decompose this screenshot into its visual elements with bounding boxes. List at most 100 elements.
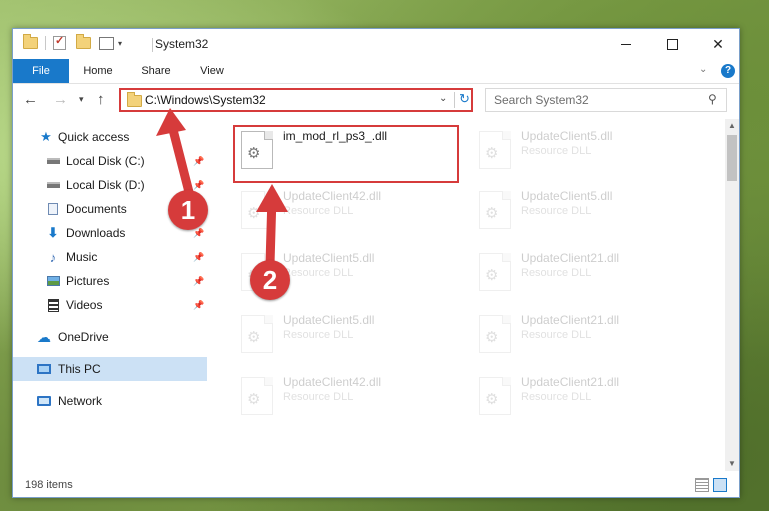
star-icon: ★ — [40, 129, 52, 144]
explorer-window: ▾ System32 ✕ File Home Share View ⌄ ? ← … — [12, 28, 740, 498]
file-type: Resource DLL — [283, 267, 354, 279]
gear-icon: ⚙ — [247, 205, 261, 222]
sidebar-item-label: Downloads — [66, 226, 126, 240]
callout-badge-1: 1 — [168, 190, 208, 230]
file-name: UpdateClient5.dll — [521, 189, 613, 203]
new-folder-icon[interactable] — [76, 34, 91, 49]
sidebar-item-music[interactable]: ♪ Music 📌 — [13, 245, 207, 269]
tab-view[interactable]: View — [189, 59, 235, 83]
file-item[interactable]: ⚙ UpdateClient42.dll Resource DLL — [235, 371, 461, 427]
pin-icon: 📌 — [193, 155, 205, 166]
sidebar-item-label: OneDrive — [58, 330, 109, 344]
up-arrow-icon[interactable]: ↑ — [97, 91, 105, 108]
minimize-icon — [621, 43, 631, 45]
quick-access-toolbar: ▾ — [23, 34, 122, 50]
file-name: UpdateClient42.dll — [283, 375, 382, 389]
pin-icon: 📌 — [193, 299, 205, 310]
gear-icon: ⚙ — [247, 145, 261, 162]
address-path[interactable]: C:\Windows\System32 — [145, 93, 266, 107]
dll-file-icon: ⚙ — [241, 131, 273, 169]
sidebar-item-label: Videos — [66, 298, 103, 312]
tab-file[interactable]: File — [13, 59, 69, 83]
file-item[interactable]: ⚙ UpdateClient21.dll Resource DLL — [473, 371, 699, 427]
file-item[interactable]: ⚙ UpdateClient21.dll Resource DLL — [473, 247, 699, 303]
search-box[interactable]: Search System32 ⚲ — [485, 88, 727, 112]
forward-arrow-icon[interactable]: → — [53, 91, 68, 108]
gear-icon: ⚙ — [485, 267, 499, 284]
dll-file-icon: ⚙ — [241, 315, 273, 353]
file-item[interactable]: ⚙ UpdateClient5.dll Resource DLL — [235, 309, 461, 365]
navigation-pane: ★ Quick access Local Disk (C:) 📌 Local D… — [13, 125, 207, 471]
music-icon: ♪ — [49, 249, 57, 265]
search-placeholder[interactable]: Search System32 — [494, 93, 589, 107]
address-bar[interactable]: C:\Windows\System32 ⌄ ↻ — [119, 88, 473, 112]
tab-home[interactable]: Home — [73, 59, 123, 83]
file-type: Resource DLL — [521, 267, 592, 279]
sidebar-item-label: This PC — [58, 362, 101, 376]
gear-icon: ⚙ — [247, 391, 261, 408]
item-count: 198 items — [25, 479, 73, 491]
maximize-button[interactable] — [649, 29, 695, 59]
sidebar-item-quick-access[interactable]: ★ Quick access — [13, 125, 207, 149]
sidebar-item-local-disk-c[interactable]: Local Disk (C:) 📌 — [13, 149, 207, 173]
callout-badge-2: 2 — [250, 260, 290, 300]
network-icon — [37, 396, 51, 406]
video-icon — [47, 298, 59, 312]
sidebar-item-label: Quick access — [58, 130, 130, 144]
address-divider — [454, 92, 455, 108]
gear-icon: ⚙ — [485, 329, 499, 346]
file-name: UpdateClient5.dll — [283, 313, 375, 327]
gear-icon: ⚙ — [247, 329, 261, 346]
file-item[interactable]: ⚙ UpdateClient42.dll Resource DLL — [235, 185, 461, 241]
folder-icon — [23, 34, 38, 49]
gear-icon: ⚙ — [485, 145, 499, 162]
tab-share[interactable]: Share — [131, 59, 181, 83]
scrollbar-thumb[interactable] — [727, 135, 737, 181]
expand-ribbon-icon[interactable]: ⌄ — [699, 64, 707, 75]
file-type: Resource DLL — [521, 205, 592, 217]
title-bar: ▾ System32 ✕ — [13, 29, 739, 59]
dll-file-icon: ⚙ — [479, 315, 511, 353]
minimize-button[interactable] — [603, 29, 649, 59]
file-item[interactable]: ⚙ UpdateClient5.dll Resource DLL — [473, 185, 699, 241]
file-item[interactable]: ⚙ UpdateClient5.dll Resource DLL — [473, 125, 699, 181]
address-dropdown-icon[interactable]: ⌄ — [439, 93, 447, 104]
cloud-icon: ☁ — [37, 328, 51, 345]
sidebar-item-pictures[interactable]: Pictures 📌 — [13, 269, 207, 293]
scroll-down-icon[interactable]: ▼ — [728, 459, 736, 468]
help-icon[interactable]: ? — [721, 64, 735, 78]
large-icons-view-icon[interactable] — [713, 478, 727, 492]
sidebar-item-this-pc[interactable]: This PC — [13, 357, 207, 381]
pictures-icon — [46, 276, 60, 286]
recent-locations-icon[interactable]: ▾ — [79, 94, 84, 105]
close-button[interactable]: ✕ — [695, 29, 741, 59]
file-name: UpdateClient5.dll — [521, 129, 613, 143]
drive-icon — [46, 182, 60, 188]
properties-check-icon[interactable] — [53, 34, 66, 50]
gear-icon: ⚙ — [485, 205, 499, 222]
file-type: Resource DLL — [283, 329, 354, 341]
title-separator — [152, 38, 153, 52]
dll-file-icon: ⚙ — [479, 191, 511, 229]
customize-toolbar-icon[interactable]: ▾ — [118, 39, 122, 48]
maximize-icon — [666, 38, 678, 50]
vertical-scrollbar[interactable]: ▲ ▼ — [725, 119, 739, 471]
sidebar-item-onedrive[interactable]: ☁ OneDrive — [13, 325, 207, 349]
scroll-up-icon[interactable]: ▲ — [728, 121, 736, 130]
dll-file-icon: ⚙ — [241, 191, 273, 229]
search-icon[interactable]: ⚲ — [708, 92, 717, 106]
sidebar-item-network[interactable]: Network — [13, 389, 207, 413]
pin-icon: 📌 — [193, 227, 205, 238]
properties-icon[interactable] — [99, 36, 114, 50]
refresh-icon[interactable]: ↻ — [459, 91, 470, 107]
file-item[interactable]: ⚙ UpdateClient21.dll Resource DLL — [473, 309, 699, 365]
file-item-highlighted[interactable]: ⚙ im_mod_rl_ps3_.dll — [235, 125, 461, 181]
address-folder-icon — [127, 92, 142, 107]
details-view-icon[interactable] — [695, 478, 709, 492]
file-name: UpdateClient42.dll — [283, 189, 382, 203]
file-name: UpdateClient21.dll — [521, 251, 620, 265]
sidebar-item-label: Local Disk (D:) — [66, 178, 145, 192]
file-list: ⚙ im_mod_rl_ps3_.dll ⚙ UpdateClient42.dl… — [209, 119, 725, 469]
sidebar-item-videos[interactable]: Videos 📌 — [13, 293, 207, 317]
back-arrow-icon[interactable]: ← — [23, 91, 38, 108]
